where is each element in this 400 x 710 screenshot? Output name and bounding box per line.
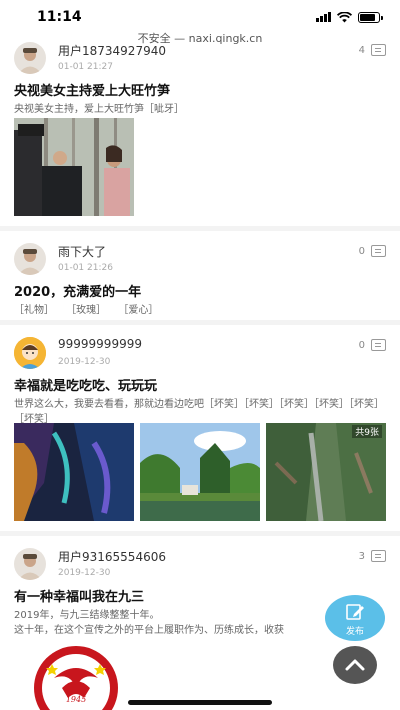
- comment-icon: [371, 339, 386, 351]
- user-avatar[interactable]: [14, 337, 46, 369]
- post-title[interactable]: 幸福就是吃吃吃、玩玩玩: [14, 375, 386, 394]
- post-photo[interactable]: [14, 423, 134, 521]
- post-title[interactable]: 央视美女主持爱上大旺竹笋: [14, 80, 386, 99]
- comment-count: 0: [358, 339, 365, 351]
- status-bar: 11:14: [0, 0, 400, 30]
- post-tag: ［爱心］: [118, 305, 159, 316]
- post-username[interactable]: 用户93165554606: [58, 548, 166, 565]
- publish-label: 发布: [345, 627, 364, 637]
- comment-button[interactable]: 4: [359, 44, 386, 56]
- post-username[interactable]: 用户18734927940: [58, 42, 166, 59]
- post-date: 01-01 21:27: [58, 62, 113, 72]
- user-avatar[interactable]: [14, 42, 46, 74]
- status-time: 11:14: [37, 9, 82, 25]
- post-body-line: 2019年，与九三结缘整整十年。: [14, 610, 160, 621]
- comment-button[interactable]: 0: [359, 245, 386, 257]
- post-card[interactable]: 99999999999 2019-12-30 0 幸福就是吃吃吃、玩玩玩 世界这…: [0, 325, 400, 536]
- post-date: 2019-12-30: [58, 357, 111, 367]
- status-icons: [316, 11, 383, 23]
- post-card[interactable]: 用户18734927940 01-01 21:27 4 央视美女主持爱上大旺竹笋…: [0, 42, 400, 231]
- post-card[interactable]: 雨下大了 01-01 21:26 0 2020，充满爱的一年 ［礼物］ ［玫瑰］…: [0, 231, 400, 325]
- comment-icon: [371, 44, 386, 56]
- post-date: 2019-12-30: [58, 568, 111, 578]
- scroll-top-button[interactable]: [333, 646, 377, 684]
- post-photo[interactable]: [140, 423, 260, 521]
- comment-icon: [371, 245, 386, 257]
- home-indicator: [128, 700, 272, 705]
- post-feed: 用户18734927940 01-01 21:27 4 央视美女主持爱上大旺竹笋…: [0, 42, 400, 656]
- post-body-line: 这十年，在这个宣传之外的平台上履职作为、历练成长，收获: [14, 625, 284, 636]
- post-tags: ［礼物］ ［玫瑰］ ［爱心］: [14, 303, 386, 318]
- publish-button[interactable]: 发布: [325, 595, 385, 641]
- user-avatar[interactable]: [14, 548, 46, 580]
- image-count: 共9张: [352, 425, 382, 438]
- post-title[interactable]: 2020，充满爱的一年: [14, 281, 386, 300]
- comment-count: 0: [358, 245, 365, 257]
- comment-count: 3: [358, 550, 365, 562]
- post-photo[interactable]: [14, 118, 134, 216]
- chevron-up-icon: [345, 659, 365, 671]
- logo-year: 1945: [66, 695, 86, 704]
- jiusan-logo: 1945: [32, 644, 120, 710]
- post-body: 2019年，与九三结缘整整十年。 这十年，在这个宣传之外的平台上履职作为、历练成…: [14, 608, 326, 638]
- comment-button[interactable]: 3: [359, 550, 386, 562]
- post-tag: ［礼物］: [14, 305, 54, 316]
- edit-icon: [346, 604, 364, 620]
- post-photo[interactable]: 共9张: [266, 423, 386, 521]
- wifi-icon: [337, 11, 352, 22]
- comment-count: 4: [358, 44, 365, 56]
- comment-icon: [371, 550, 386, 562]
- comment-button[interactable]: 0: [359, 339, 386, 351]
- post-username[interactable]: 雨下大了: [58, 243, 106, 260]
- post-date: 01-01 21:26: [58, 263, 113, 273]
- post-tag: ［玫瑰］: [66, 305, 107, 316]
- user-avatar[interactable]: [14, 243, 46, 275]
- battery-icon: [358, 11, 383, 23]
- post-username[interactable]: 99999999999: [58, 337, 142, 351]
- signal-icon: [316, 12, 331, 22]
- post-body: 央视美女主持，爱上大旺竹笋［呲牙］: [14, 104, 184, 115]
